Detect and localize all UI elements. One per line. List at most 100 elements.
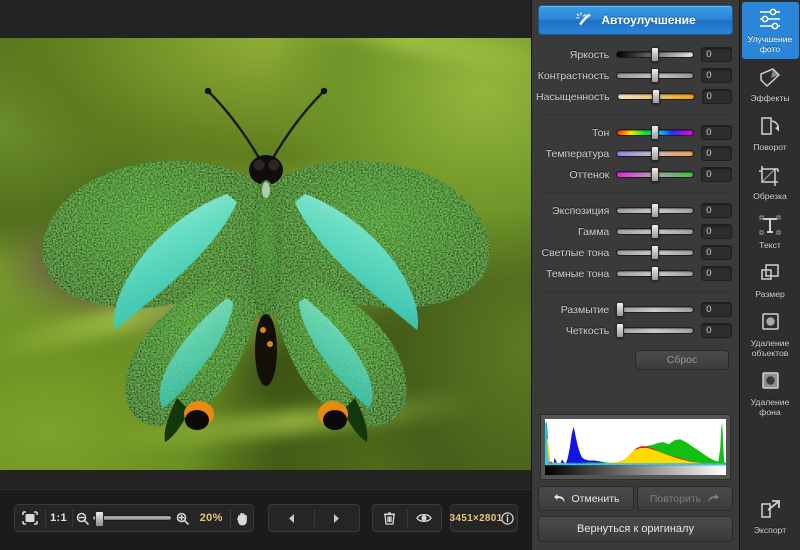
sidebar-item-resize[interactable]: Размер [742,257,799,304]
sidebar-label-background-removal: Удалениефона [751,397,790,417]
slider-handle-brightness[interactable] [651,47,659,62]
slider-row-gamma: Гамма 0 [532,221,739,242]
slider-track-temperature[interactable] [616,143,694,164]
image-info-button[interactable] [497,505,517,531]
slider-value-tint[interactable]: 0 [701,167,732,182]
reset-button[interactable]: Сброс [635,350,729,370]
slider-handle-blur[interactable] [616,302,624,317]
resize-icon [757,262,783,286]
magic-wand-icon [575,12,593,28]
auto-enhance-button[interactable]: Автоулучшение [538,5,733,35]
redo-label: Повторить [650,493,701,505]
slider-handle-shadows[interactable] [651,266,659,281]
delete-image-button[interactable] [373,505,407,531]
slider-row-temperature: Температура 0 [532,143,739,164]
panel-spacer [532,379,739,414]
preview-original-button[interactable] [407,505,441,531]
slider-track-sharpness[interactable] [616,320,694,341]
next-image-button[interactable] [314,505,359,531]
slider-handle-saturation[interactable] [652,89,660,104]
previous-image-icon [286,513,297,524]
revert-to-original-button[interactable]: Вернуться к оригиналу [538,516,733,542]
image-info-group: 3451×2801 [450,504,518,532]
sidebar-item-background-removal[interactable]: Удалениефона [742,365,799,422]
slider-value-blur[interactable]: 0 [701,302,732,317]
text-icon [757,213,783,237]
slider-label-sharpness: Четкость [536,325,616,337]
slider-track-blur[interactable] [616,299,694,320]
slider-handle-sharpness[interactable] [616,323,624,338]
sidebar-item-crop[interactable]: Обрезка [742,159,799,206]
reset-row: Сброс [532,347,739,379]
zoom-slider[interactable] [92,515,172,521]
photo-viewport[interactable] [0,38,531,470]
sidebar-label-resize: Размер [755,289,785,299]
slider-row-brightness: Яркость 0 [532,44,739,65]
slider-label-gamma: Гамма [536,226,616,238]
slider-handle-exposure[interactable] [651,203,659,218]
slider-handle-temperature[interactable] [651,146,659,161]
redo-arrow-icon [707,493,720,504]
actual-size-button[interactable]: 1:1 [45,505,71,531]
slider-handle-tone[interactable] [651,125,659,140]
group-divider [540,291,731,292]
undo-button[interactable]: Отменить [538,486,634,511]
sidebar-item-text[interactable]: Текст [742,208,799,255]
sidebar-item-export[interactable]: Экспорт [742,493,799,540]
slider-value-temperature[interactable]: 0 [701,146,732,161]
slider-value-saturation[interactable]: 0 [702,89,732,104]
sliders-icon [757,7,783,31]
slider-track-exposure[interactable] [616,200,694,221]
slider-row-sharpness: Четкость 0 [532,320,739,341]
slider-track-shadows[interactable] [616,263,694,284]
slider-label-tone: Тон [536,127,616,139]
slider-value-brightness[interactable]: 0 [701,47,732,62]
sidebar-item-object-removal[interactable]: Удалениеобъектов [742,306,799,363]
zoom-controls-group: 1:1 [14,504,254,532]
hand-tool-button[interactable] [230,505,253,531]
tools-sidebar: Улучшениефото Эффекты Поворот [739,0,800,550]
sidebar-item-rotate[interactable]: Поворот [742,110,799,157]
slider-track-saturation[interactable] [617,86,695,107]
slider-row-tint: Оттенок 0 [532,164,739,185]
redo-button[interactable]: Повторить [637,486,733,511]
zoom-in-button[interactable] [172,505,193,531]
group-divider [540,192,731,193]
slider-handle-highlights[interactable] [651,245,659,260]
slider-track-brightness[interactable] [616,44,694,65]
zoom-in-icon [176,512,189,525]
zoom-level-display[interactable]: 20% [193,505,230,531]
slider-value-contrast[interactable]: 0 [701,68,732,83]
slider-label-brightness: Яркость [536,49,616,61]
sidebar-label-object-removal: Удалениеобъектов [751,338,790,358]
previous-image-button[interactable] [269,505,314,531]
sidebar-item-effects[interactable]: Эффекты [742,61,799,108]
slider-handle-gamma[interactable] [651,224,659,239]
slider-track-highlights[interactable] [616,242,694,263]
slider-value-highlights[interactable]: 0 [701,245,732,260]
slider-value-exposure[interactable]: 0 [701,203,732,218]
group-divider [540,114,731,115]
slider-track-gamma[interactable] [616,221,694,242]
image-tools-group [372,504,442,532]
zoom-slider-handle[interactable] [95,511,104,527]
slider-rail [616,327,694,334]
fit-to-screen-button[interactable] [15,505,45,531]
butterfly-subject [31,62,501,462]
zoom-out-button[interactable] [72,505,91,531]
slider-value-shadows[interactable]: 0 [701,266,732,281]
slider-label-shadows: Темные тона [536,268,616,280]
revert-label: Вернуться к оригиналу [577,523,694,535]
auto-enhance-label: Автоулучшение [601,13,695,27]
sidebar-item-photo-enhance[interactable]: Улучшениефото [742,2,799,59]
bottom-toolbar: 1:1 [0,489,531,550]
slider-track-contrast[interactable] [616,65,694,86]
slider-track-tint[interactable] [616,164,694,185]
slider-value-gamma[interactable]: 0 [701,224,732,239]
background-removal-icon [757,370,783,394]
slider-value-sharpness[interactable]: 0 [701,323,732,338]
slider-handle-tint[interactable] [651,167,659,182]
slider-handle-contrast[interactable] [651,68,659,83]
slider-value-tone[interactable]: 0 [701,125,732,140]
slider-track-tone[interactable] [616,122,694,143]
